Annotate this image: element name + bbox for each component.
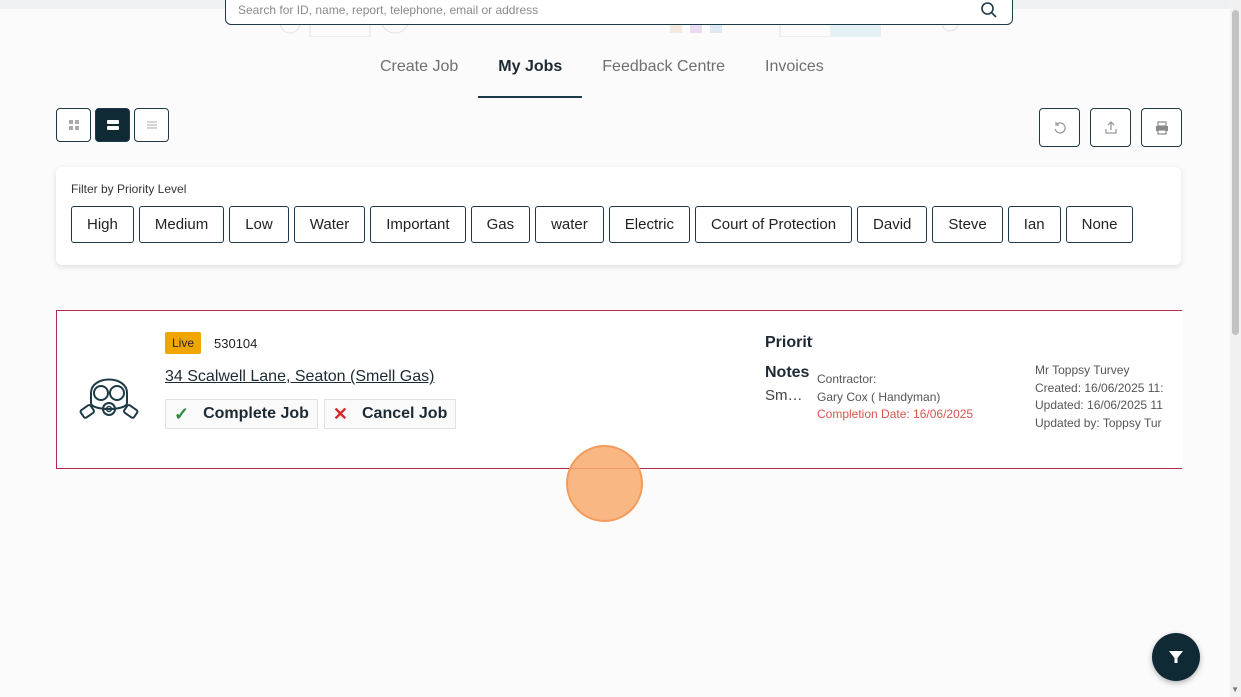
priority-label: Priority [765,334,813,351]
chip-important[interactable]: Important [370,206,466,243]
contractor-label: Contractor: [817,372,877,386]
chip-gas[interactable]: Gas [470,206,531,243]
tab-create-job[interactable]: Create Job [360,56,478,98]
filter-fab-button[interactable] [1152,633,1200,681]
cancel-job-button[interactable]: ✕ Cancel Job [323,399,457,429]
contractor-info: Contractor: Gary Cox ( Handyman) Complet… [817,371,973,424]
priority-filter-panel: Filter by Priority Level High Medium Low… [56,167,1181,265]
main-tabs: Create Job My Jobs Feedback Centre Invoi… [360,56,844,98]
filter-icon [1169,651,1183,663]
cancel-job-label: Cancel Job [361,405,448,422]
chip-low[interactable]: Low [229,206,289,243]
search-icon[interactable] [978,0,1000,21]
click-indicator [566,445,643,522]
tab-my-jobs[interactable]: My Jobs [478,56,583,98]
refresh-button[interactable] [1039,108,1080,147]
priority-chip-list: High Medium Low Water Important Gas wate… [71,206,1134,243]
created-date: Created: 16/06/2025 11: [1035,380,1164,395]
card-view-button[interactable] [95,108,130,142]
action-button-group [1039,108,1182,147]
check-icon: ✓ [174,403,190,424]
chip-water-lowercase[interactable]: water [535,206,604,243]
notes-text: Smell Gas [765,387,805,404]
scroll-thumb[interactable] [1232,10,1239,335]
card-view-icon [106,120,119,130]
tab-feedback-centre[interactable]: Feedback Centre [582,56,745,98]
job-meta: Mr Toppsy Turvey Created: 16/06/2025 11:… [1035,362,1164,432]
grid-view-icon [68,120,79,130]
chip-electric[interactable]: Electric [608,206,690,243]
search-input[interactable] [238,2,978,17]
chip-david[interactable]: David [857,206,928,243]
filter-title: Filter by Priority Level [71,182,187,196]
chip-high[interactable]: High [71,206,134,243]
export-button[interactable] [1090,108,1131,147]
close-icon: ✕ [332,403,348,424]
list-view-icon [146,121,157,129]
search-bar [225,0,1013,25]
complete-job-button[interactable]: ✓ Complete Job [165,399,318,429]
updated-date: Updated: 16/06/2025 11 [1035,398,1163,412]
grid-view-button[interactable] [56,108,91,142]
scroll-down-icon[interactable]: ▼ [1231,685,1239,694]
job-address-link[interactable]: 34 Scalwell Lane, Seaton (Smell Gas) [165,368,434,386]
print-button[interactable] [1141,108,1182,147]
scrollbar[interactable]: ▼ [1230,0,1241,697]
chip-water[interactable]: Water [293,206,366,243]
job-action-buttons: ✓ Complete Job ✕ Cancel Job [165,399,457,429]
chip-none[interactable]: None [1065,206,1134,243]
contractor-name: Gary Cox ( Handyman) [817,389,941,404]
list-view-button[interactable] [134,108,169,142]
updated-by: Updated by: Toppsy Tur [1035,415,1162,430]
export-icon [1104,120,1117,134]
chip-court-of-protection[interactable]: Court of Protection [694,206,853,243]
notes-label: Notes [765,364,810,381]
chip-medium[interactable]: Medium [138,206,225,243]
job-card[interactable]: Live 530104 34 Scalwell Lane, Seaton (Sm… [56,310,1182,469]
chip-ian[interactable]: Ian [1007,206,1061,243]
gas-mask-icon [79,378,139,419]
status-badge: Live [165,332,202,354]
tab-invoices[interactable]: Invoices [745,56,844,98]
print-icon [1155,120,1168,135]
job-id: 530104 [214,336,258,351]
job-owner: Mr Toppsy Turvey [1035,363,1130,377]
complete-job-label: Complete Job [203,405,309,422]
view-toggle-group [56,108,169,142]
refresh-icon [1054,121,1066,134]
completion-date: Completion Date: 16/06/2025 [817,407,974,421]
chip-steve[interactable]: Steve [932,206,1003,243]
